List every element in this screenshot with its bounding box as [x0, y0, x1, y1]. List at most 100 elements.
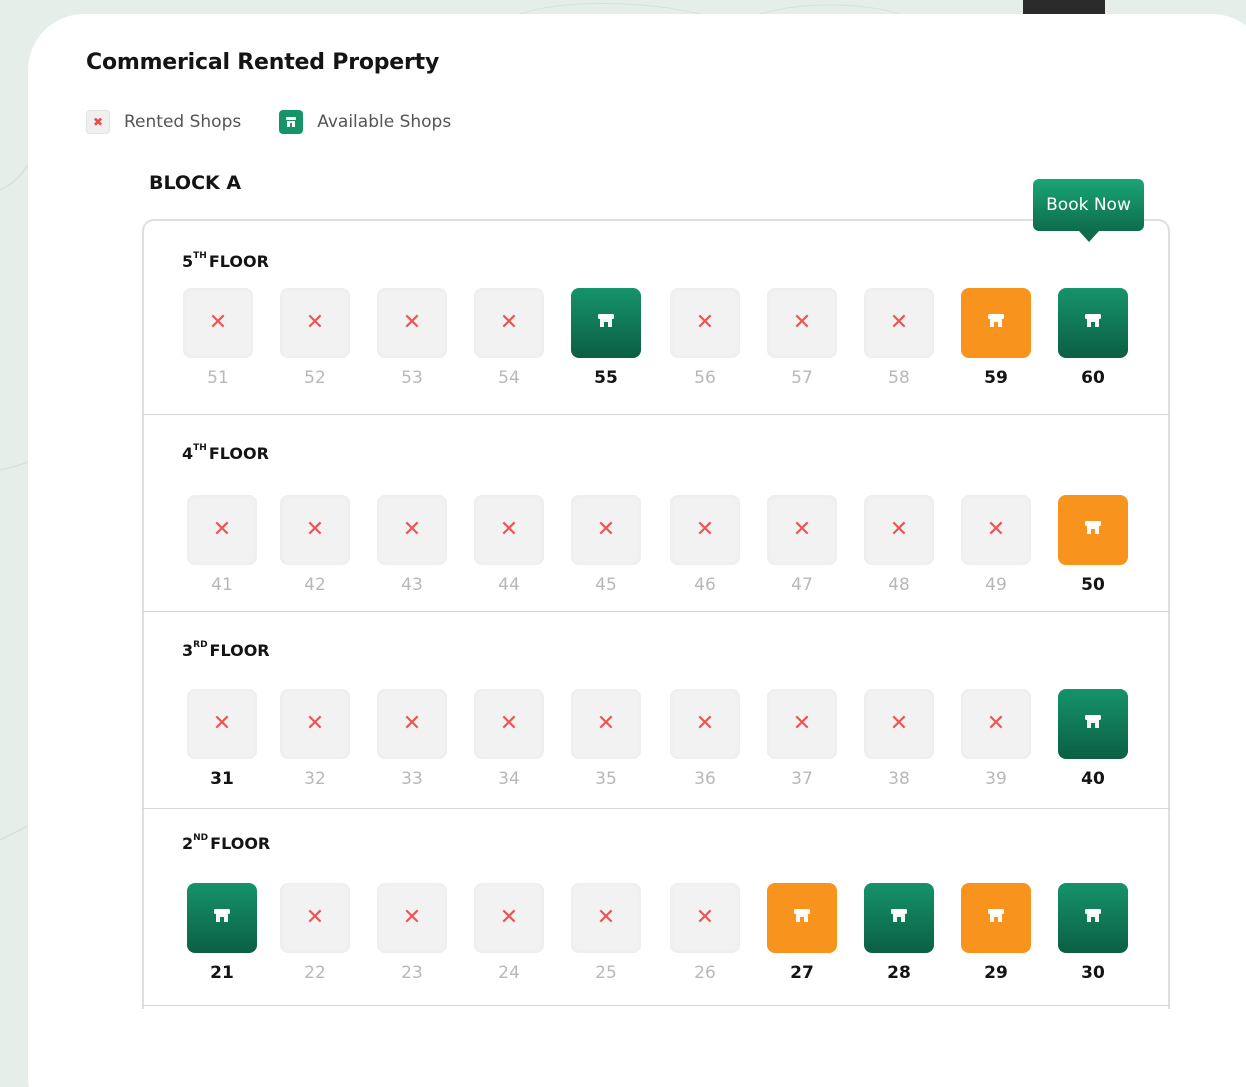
background-dark-tab [1023, 0, 1105, 14]
shop-number: 44 [498, 575, 520, 595]
shop-tile-23[interactable]: ✕ [377, 883, 447, 953]
shop-number: 47 [791, 575, 813, 595]
shop-tile-60[interactable] [1058, 288, 1128, 358]
rented-x-icon: ✕ [305, 711, 325, 736]
shop-number: 41 [211, 575, 233, 595]
shop-icon [792, 908, 812, 928]
shop-tile-47[interactable]: ✕ [767, 495, 837, 565]
floor-ordinal: 2 [182, 834, 194, 853]
shop-tile-43[interactable]: ✕ [377, 495, 447, 565]
shop-tile-40[interactable] [1058, 689, 1128, 759]
block-label: BLOCK A [149, 172, 242, 194]
floor-label: 5TH FLOOR [182, 251, 269, 271]
shop-tile-27[interactable] [767, 883, 837, 953]
shop-tile-35[interactable]: ✕ [571, 689, 641, 759]
shop-icon [212, 908, 232, 928]
floor-label: 3RD FLOOR [182, 640, 270, 660]
shop-tile-34[interactable]: ✕ [474, 689, 544, 759]
rented-x-icon: ✕ [792, 517, 812, 542]
shop-tile-37[interactable]: ✕ [767, 689, 837, 759]
shop-tile-28[interactable] [864, 883, 934, 953]
shop-icon [1083, 520, 1103, 540]
shop-icon [1083, 714, 1103, 734]
shop-icon [279, 110, 304, 134]
shop-tile-24[interactable]: ✕ [474, 883, 544, 953]
shop-number: 23 [401, 963, 423, 983]
shop-tile-52[interactable]: ✕ [280, 288, 350, 358]
shop-tile-57[interactable]: ✕ [767, 288, 837, 358]
shop-number: 38 [888, 769, 910, 789]
shop-tile-59[interactable] [961, 288, 1031, 358]
rented-x-icon: ✕ [499, 905, 519, 930]
shop-number: 46 [694, 575, 716, 595]
shop-number: 21 [210, 963, 234, 983]
shop-tile-39[interactable]: ✕ [961, 689, 1031, 759]
rented-x-icon: ✕ [212, 517, 232, 542]
shop-number: 34 [498, 769, 520, 789]
shop-tile-31[interactable]: ✕ [187, 689, 257, 759]
shop-tile-32[interactable]: ✕ [280, 689, 350, 759]
shop-tile-54[interactable]: ✕ [474, 288, 544, 358]
shop-number: 45 [595, 575, 617, 595]
rented-x-icon: ✕ [596, 711, 616, 736]
shop-number: 25 [595, 963, 617, 983]
rented-x-icon: ✕ [499, 517, 519, 542]
rented-x-icon: ✕ [305, 310, 325, 335]
shop-number: 32 [304, 769, 326, 789]
shop-number: 60 [1081, 368, 1105, 388]
book-now-button[interactable]: Book Now [1033, 179, 1144, 231]
shop-tile-25[interactable]: ✕ [571, 883, 641, 953]
shop-number: 40 [1081, 769, 1105, 789]
floor-ordinal-suffix: ND [193, 833, 209, 843]
rented-x-icon: ✕ [499, 711, 519, 736]
floor-ordinal-suffix: TH [193, 443, 207, 453]
shop-tile-55[interactable] [571, 288, 641, 358]
shop-tile-51[interactable]: ✕ [183, 288, 253, 358]
rented-x-icon: ✕ [402, 905, 422, 930]
floor-divider [142, 1005, 1170, 1006]
shop-tile-56[interactable]: ✕ [670, 288, 740, 358]
shop-number: 28 [887, 963, 911, 983]
shop-icon [596, 313, 616, 333]
shop-tile-21[interactable] [187, 883, 257, 953]
shop-number: 42 [304, 575, 326, 595]
floor-divider [142, 414, 1170, 415]
shop-number: 39 [985, 769, 1007, 789]
rented-x-icon: ✕ [402, 711, 422, 736]
shop-number: 57 [791, 368, 813, 388]
shop-number: 37 [791, 769, 813, 789]
legend-available-label: Available Shops [317, 112, 452, 132]
rented-x-icon: ✕ [402, 517, 422, 542]
shop-tile-50[interactable] [1058, 495, 1128, 565]
floor-ordinal: 5 [182, 252, 194, 271]
shop-number: 53 [401, 368, 423, 388]
legend-rented-label: Rented Shops [124, 112, 242, 132]
shop-number: 49 [985, 575, 1007, 595]
shop-tile-42[interactable]: ✕ [280, 495, 350, 565]
floor-label: 4TH FLOOR [182, 443, 269, 463]
shop-tile-22[interactable]: ✕ [280, 883, 350, 953]
shop-tile-48[interactable]: ✕ [864, 495, 934, 565]
shop-tile-30[interactable] [1058, 883, 1128, 953]
shop-number: 43 [401, 575, 423, 595]
shop-tile-49[interactable]: ✕ [961, 495, 1031, 565]
shop-tile-38[interactable]: ✕ [864, 689, 934, 759]
shop-tile-41[interactable]: ✕ [187, 495, 257, 565]
floor-ordinal: 3 [182, 641, 194, 660]
shop-tile-58[interactable]: ✕ [864, 288, 934, 358]
shop-icon [889, 908, 909, 928]
shop-tile-46[interactable]: ✕ [670, 495, 740, 565]
rented-x-icon: ✕ [212, 711, 232, 736]
shop-tile-29[interactable] [961, 883, 1031, 953]
shop-tile-26[interactable]: ✕ [670, 883, 740, 953]
shop-tile-36[interactable]: ✕ [670, 689, 740, 759]
tooltip-pointer [1079, 231, 1099, 242]
shop-number: 26 [694, 963, 716, 983]
shop-tile-53[interactable]: ✕ [377, 288, 447, 358]
shop-number: 59 [984, 368, 1008, 388]
rented-x-icon: ✕ [792, 711, 812, 736]
shop-icon [986, 313, 1006, 333]
shop-tile-33[interactable]: ✕ [377, 689, 447, 759]
shop-tile-44[interactable]: ✕ [474, 495, 544, 565]
shop-tile-45[interactable]: ✕ [571, 495, 641, 565]
